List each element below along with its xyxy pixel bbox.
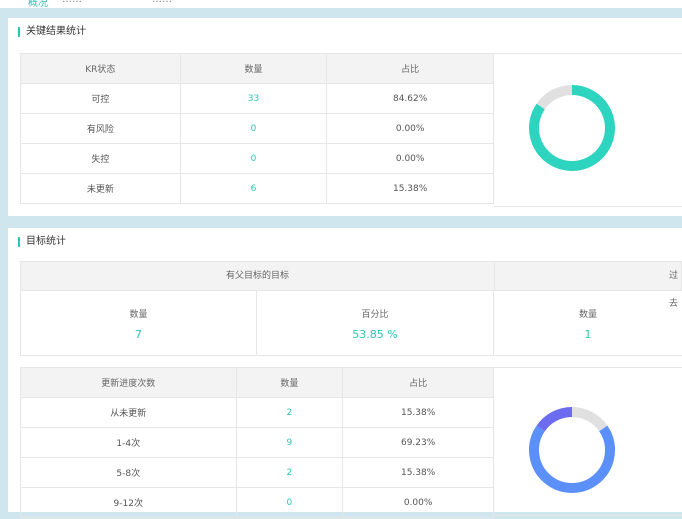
goal-count-value[interactable]: 7 bbox=[21, 328, 256, 341]
update-ratio: 69.23% bbox=[342, 427, 494, 458]
kr-statistics-panel: 关键结果统计 KR状态 数量 占比 可控 33 84.62% 有风险 0 0.0… bbox=[8, 18, 682, 216]
tab-overview[interactable]: 概况 bbox=[28, 0, 48, 8]
update-range: 9-12次 bbox=[20, 487, 237, 518]
kr-status: 失控 bbox=[20, 143, 181, 174]
table-row: 未更新 6 15.38% bbox=[20, 173, 494, 204]
column-header: 数量 bbox=[179, 53, 328, 84]
column-header: 更新进度次数 bbox=[20, 367, 237, 398]
update-range: 5-8次 bbox=[20, 457, 237, 488]
kr-count-link[interactable]: 0 bbox=[179, 143, 328, 174]
goal-statistics-panel: 目标统计 有父目标的目标 过去 数量 7 百分比 53.85 % 数量 1 更新… bbox=[8, 228, 682, 518]
kr-status-table: KR状态 数量 占比 可控 33 84.62% 有风险 0 0.00% 失控 0… bbox=[20, 53, 494, 204]
table-row: 可控 33 84.62% bbox=[20, 83, 494, 114]
goal-summary-header: 有父目标的目标 过去 bbox=[20, 261, 682, 309]
table-row: 5-8次 2 15.38% bbox=[20, 457, 494, 488]
overdue-count-label: 数量 bbox=[578, 310, 597, 320]
tab-third[interactable]: …… bbox=[152, 0, 172, 5]
column-header: 占比 bbox=[326, 53, 494, 84]
update-donut-chart bbox=[529, 407, 615, 493]
column-header: 占比 bbox=[342, 367, 494, 398]
update-count-link[interactable]: 9 bbox=[235, 427, 344, 458]
kr-ratio: 0.00% bbox=[326, 143, 494, 174]
table-row: 失控 0 0.00% bbox=[20, 143, 494, 174]
kr-ratio: 15.38% bbox=[326, 173, 494, 204]
kr-donut-chart-box bbox=[494, 53, 682, 207]
goal-percent-value: 53.85 % bbox=[352, 328, 398, 341]
table-row: 1-4次 9 69.23% bbox=[20, 427, 494, 458]
kr-count-link[interactable]: 0 bbox=[179, 113, 328, 144]
update-range: 从未更新 bbox=[20, 397, 237, 428]
update-ratio: 15.38% bbox=[342, 397, 494, 428]
donut-segment[interactable] bbox=[529, 425, 615, 493]
overdue-count-cell: 数量 1 bbox=[493, 291, 682, 356]
goal-percent-label: 百分比 bbox=[361, 310, 389, 320]
column-header: KR状态 bbox=[20, 53, 181, 84]
overdue-count-value[interactable]: 1 bbox=[494, 328, 682, 341]
update-range: 1-4次 bbox=[20, 427, 237, 458]
update-ratio: 15.38% bbox=[342, 457, 494, 488]
kr-ratio: 0.00% bbox=[326, 113, 494, 144]
kr-status: 未更新 bbox=[20, 173, 181, 204]
kr-count-link[interactable]: 33 bbox=[179, 83, 328, 114]
donut-segment[interactable] bbox=[571, 407, 608, 432]
update-frequency-table: 更新进度次数 数量 占比 从未更新 2 15.38% 1-4次 9 69.23%… bbox=[20, 367, 494, 518]
table-row: 9-12次 0 0.00% bbox=[20, 487, 494, 518]
goal-percent-cell: 百分比 53.85 % bbox=[256, 291, 494, 356]
kr-status: 有风险 bbox=[20, 113, 181, 144]
goal-count-cell: 数量 7 bbox=[20, 291, 257, 356]
goal-count-label: 数量 bbox=[129, 310, 148, 320]
update-count-link[interactable]: 2 bbox=[235, 397, 344, 428]
parent-goal-header: 有父目标的目标 bbox=[21, 262, 495, 290]
donut-segment[interactable] bbox=[536, 85, 573, 110]
update-ratio: 0.00% bbox=[342, 487, 494, 518]
column-header: 数量 bbox=[235, 367, 344, 398]
table-row: 有风险 0 0.00% bbox=[20, 113, 494, 144]
tab-second[interactable]: …… bbox=[62, 0, 536, 5]
update-donut-chart-box bbox=[494, 367, 682, 516]
section-title: 关键结果统计 bbox=[18, 27, 86, 37]
top-tab-strip: 概况 …… …… bbox=[0, 0, 682, 8]
update-count-link[interactable]: 0 bbox=[235, 487, 344, 518]
table-row: 从未更新 2 15.38% bbox=[20, 397, 494, 428]
section-title: 目标统计 bbox=[18, 237, 66, 247]
donut-segment[interactable] bbox=[536, 407, 573, 432]
kr-count-link[interactable]: 6 bbox=[179, 173, 328, 204]
kr-status: 可控 bbox=[20, 83, 181, 114]
update-count-link[interactable]: 2 bbox=[235, 457, 344, 488]
kr-ratio: 84.62% bbox=[326, 83, 494, 114]
kr-donut-chart bbox=[529, 85, 615, 171]
